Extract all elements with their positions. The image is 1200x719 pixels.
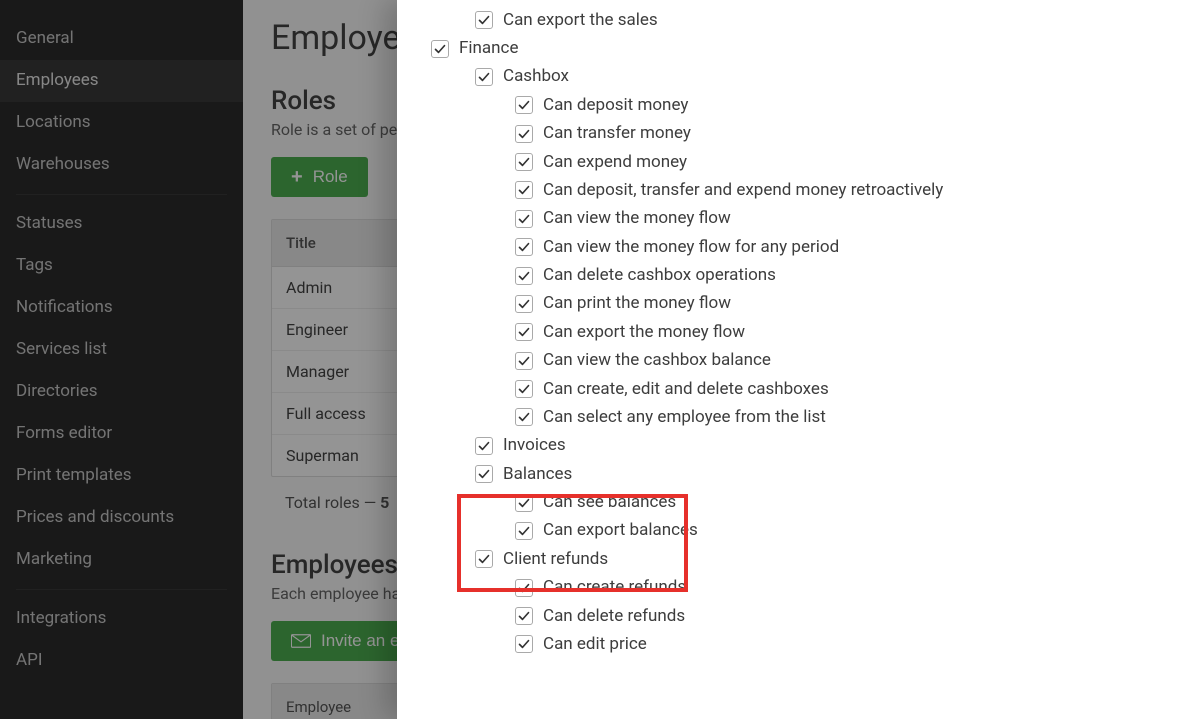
checkbox[interactable]: [515, 323, 533, 341]
checkbox[interactable]: [515, 380, 533, 398]
checkbox[interactable]: [515, 125, 533, 143]
checkbox[interactable]: [515, 607, 533, 625]
checkbox[interactable]: [475, 437, 493, 455]
permission-label: Can edit price: [543, 636, 647, 653]
permission-label: Can print the money flow: [543, 295, 731, 312]
permissions-panel: Can export the sales Finance Cashbox Can de…: [397, 0, 1200, 719]
permission-item: Can view the money flow for any period: [515, 233, 1176, 261]
checkbox[interactable]: [515, 96, 533, 114]
permissions-tree: Can export the sales Finance Cashbox Can de…: [431, 6, 1176, 659]
permission-label: Can delete refunds: [543, 608, 685, 625]
checkbox[interactable]: [515, 238, 533, 256]
permission-label: Invoices: [503, 437, 566, 454]
permission-item: Can deposit money: [515, 91, 1176, 119]
checkbox[interactable]: [475, 68, 493, 86]
permission-label: Can expend money: [543, 154, 687, 171]
permission-item: Can create refunds: [515, 574, 1176, 602]
permission-label: Can export the money flow: [543, 324, 745, 341]
permission-label: Can view the money flow: [543, 210, 731, 227]
permission-item: Can edit price: [515, 630, 1176, 658]
permission-item: Finance: [431, 34, 1176, 62]
permission-label: Can deposit money: [543, 97, 688, 114]
permission-item: Can delete cashbox operations: [515, 261, 1176, 289]
permission-label: Can transfer money: [543, 125, 691, 142]
checkbox[interactable]: [515, 494, 533, 512]
checkbox[interactable]: [475, 550, 493, 568]
checkbox[interactable]: [475, 11, 493, 29]
permission-label: Can select any employee from the list: [543, 409, 826, 426]
permission-item: Can export the sales: [475, 6, 1176, 34]
permission-label: Can delete cashbox operations: [543, 267, 776, 284]
permission-label: Can export the sales: [503, 12, 658, 29]
permission-label: Can create refunds: [543, 579, 686, 596]
checkbox[interactable]: [515, 522, 533, 540]
checkbox[interactable]: [515, 295, 533, 313]
permission-item: Can view the cashbox balance: [515, 347, 1176, 375]
checkbox[interactable]: [515, 579, 533, 597]
permission-label: Can see balances: [543, 494, 676, 511]
checkbox[interactable]: [515, 408, 533, 426]
permission-item: Can expend money: [515, 148, 1176, 176]
checkbox[interactable]: [515, 267, 533, 285]
permission-label: Can create, edit and delete cashboxes: [543, 381, 829, 398]
checkbox[interactable]: [431, 40, 449, 58]
permission-item: Can create, edit and delete cashboxes: [515, 375, 1176, 403]
permission-item: Can export the money flow: [515, 318, 1176, 346]
permission-item: Balances: [475, 460, 1176, 488]
permission-label: Balances: [503, 466, 572, 483]
permission-label: Can view the money flow for any period: [543, 239, 839, 256]
checkbox[interactable]: [515, 153, 533, 171]
checkbox[interactable]: [515, 181, 533, 199]
permission-label: Can export balances: [543, 522, 698, 539]
permission-item: Cashbox: [475, 63, 1176, 91]
permission-label: Can deposit, transfer and expend money r…: [543, 182, 943, 199]
permission-item: Can transfer money: [515, 120, 1176, 148]
permission-item: Can deposit, transfer and expend money r…: [515, 176, 1176, 204]
permission-item: Can export balances: [515, 517, 1176, 545]
permission-item: Can see balances: [515, 488, 1176, 516]
permission-item: Can delete refunds: [515, 602, 1176, 630]
checkbox[interactable]: [475, 465, 493, 483]
checkbox[interactable]: [515, 210, 533, 228]
permission-item: Invoices: [475, 432, 1176, 460]
permission-item: Can select any employee from the list: [515, 403, 1176, 431]
permission-item: Can view the money flow: [515, 205, 1176, 233]
permission-item: Client refunds: [475, 545, 1176, 573]
permission-label: Client refunds: [503, 551, 608, 568]
checkbox[interactable]: [515, 635, 533, 653]
checkbox[interactable]: [515, 352, 533, 370]
permission-label: Can view the cashbox balance: [543, 352, 771, 369]
permission-item: Can print the money flow: [515, 290, 1176, 318]
permission-label: Cashbox: [503, 68, 569, 85]
permission-label: Finance: [459, 40, 518, 57]
